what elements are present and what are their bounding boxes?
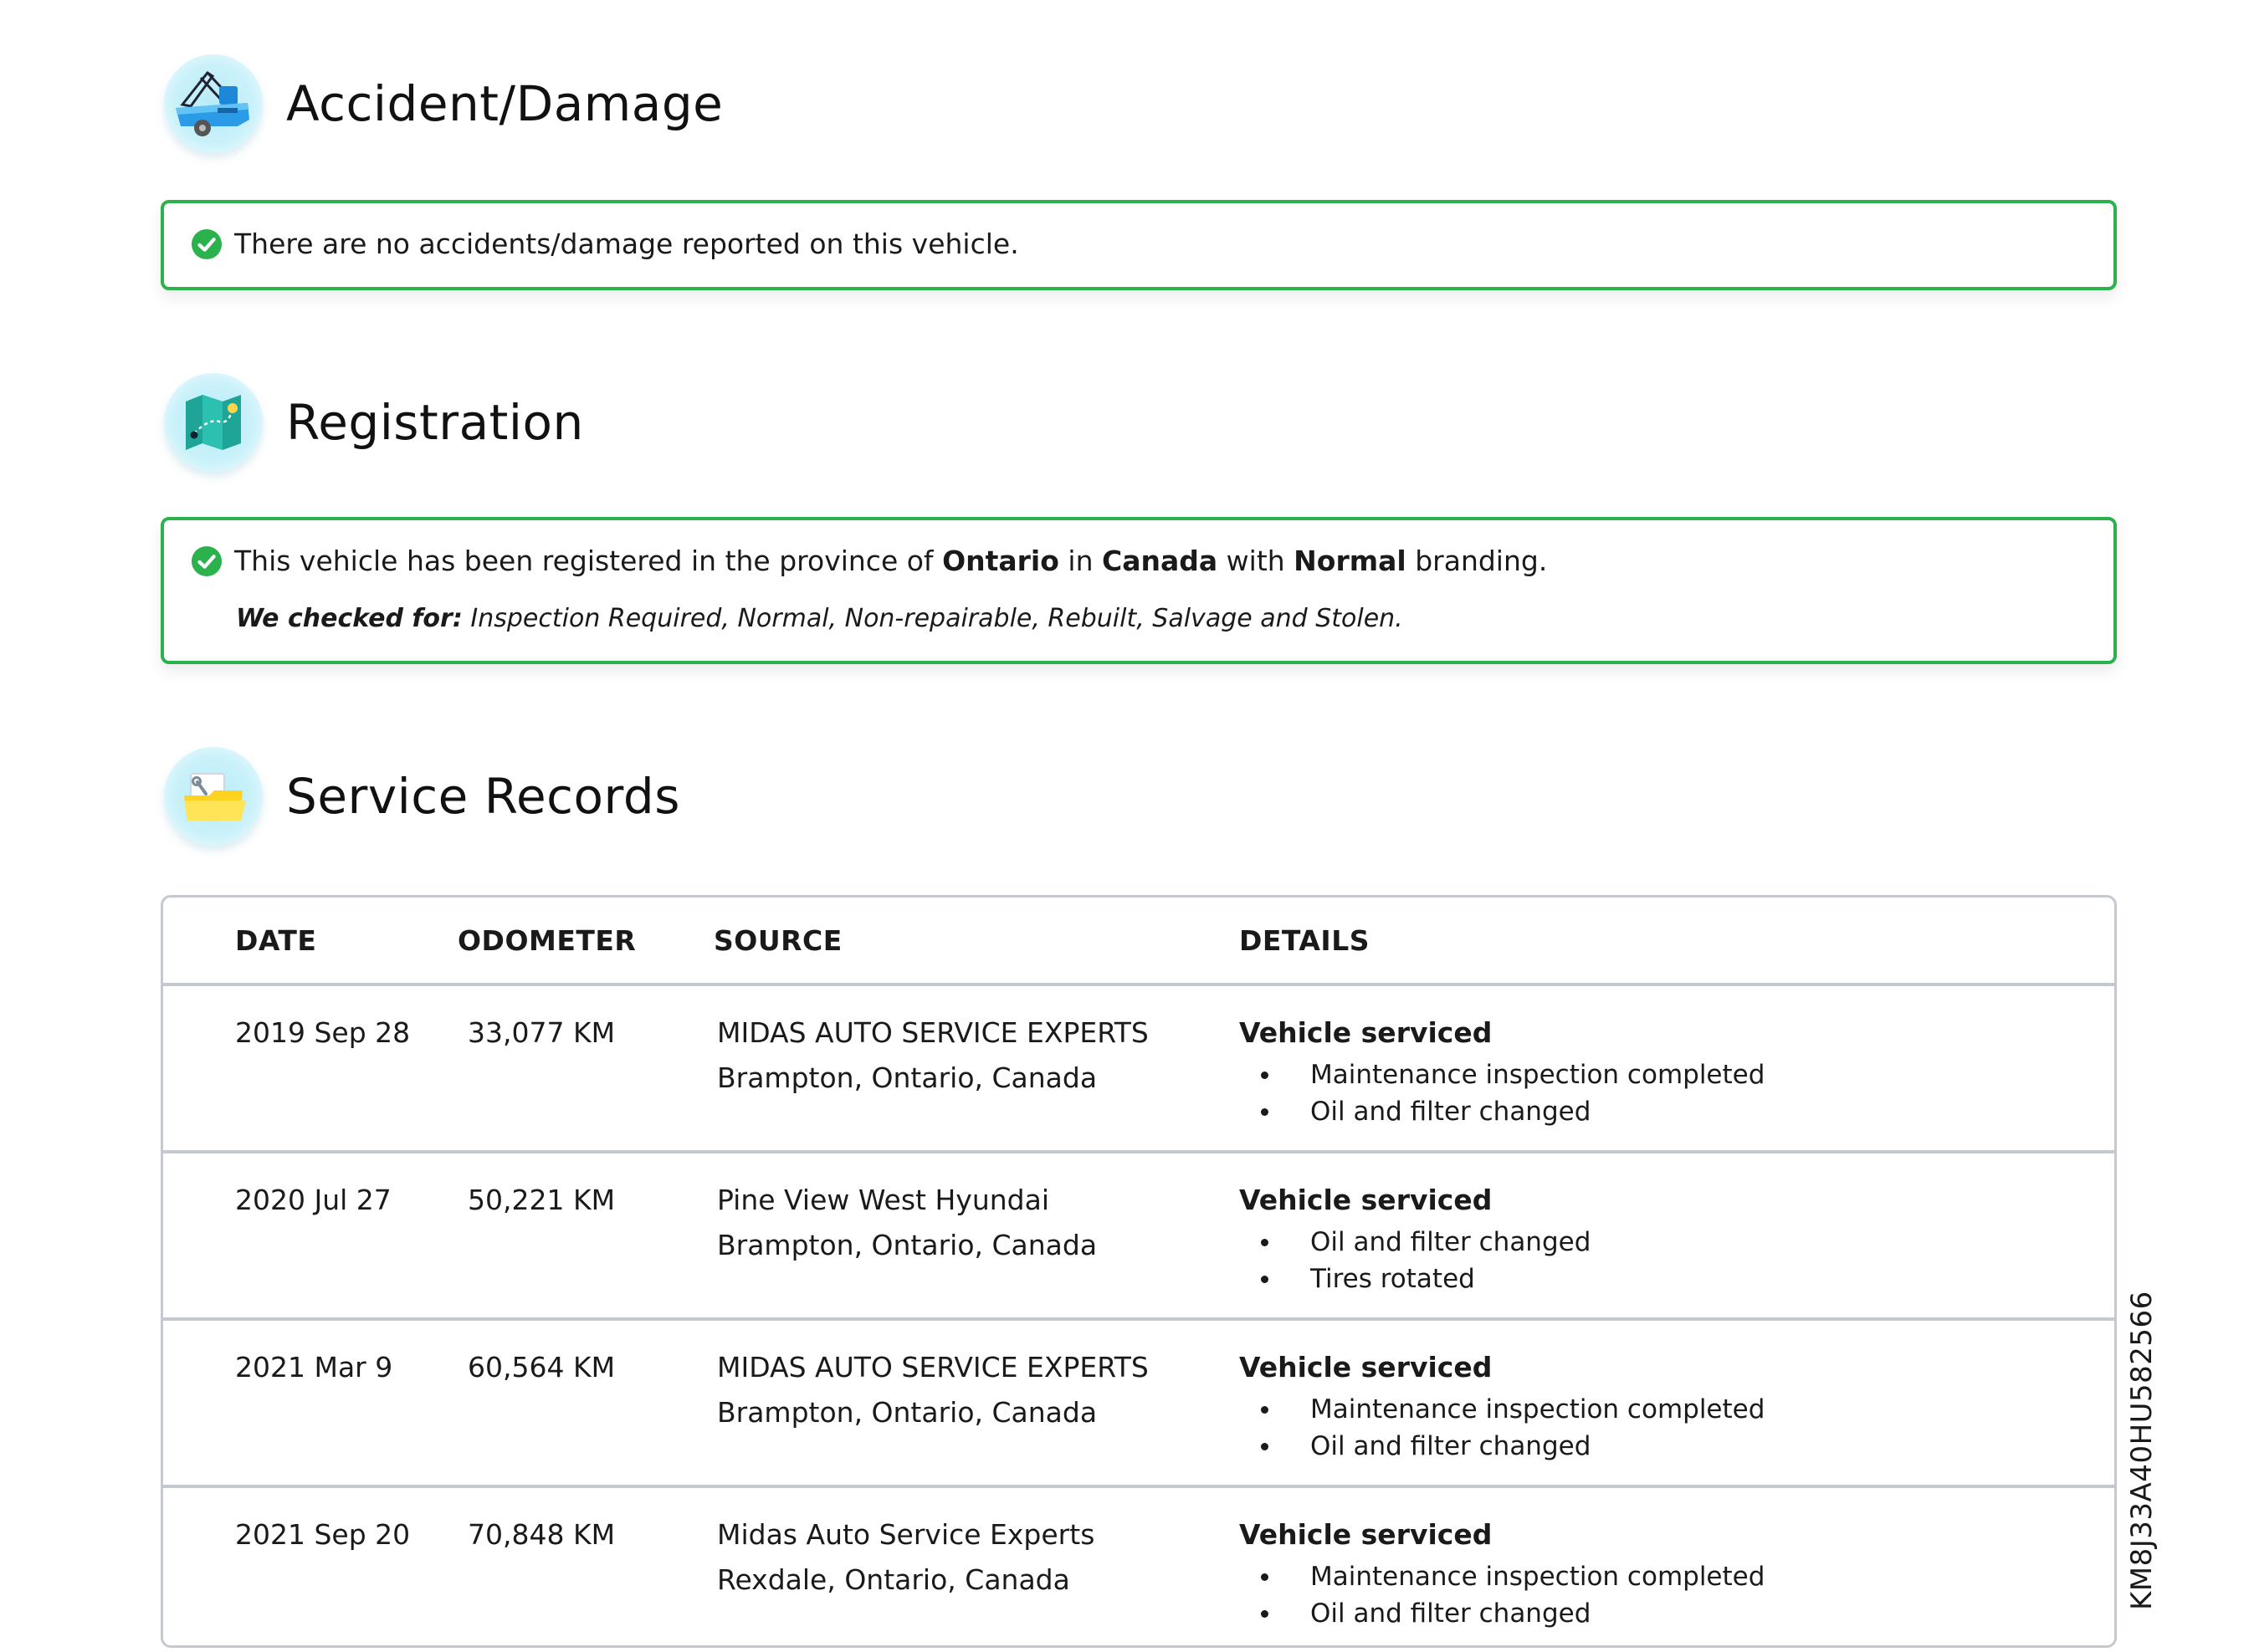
bullet-icon	[1261, 1405, 1268, 1414]
registration-title: Registration	[286, 394, 584, 451]
registration-message-prefix: This vehicle has been registered in the …	[234, 545, 934, 577]
record-odometer: 50,221 KM	[468, 1184, 616, 1216]
registration-message: This vehicle has been registered in the …	[234, 545, 1547, 577]
table-row: 2019 Sep 28 33,077 KM MIDAS AUTO SERVICE…	[163, 986, 2114, 1153]
vin-label: KM8J33A40HU582566	[2125, 1291, 2159, 1610]
map-icon	[164, 373, 263, 472]
record-detail-item-text: Oil and filter changed	[1310, 1598, 1591, 1629]
record-detail-item-text: Maintenance inspection completed	[1310, 1060, 1765, 1090]
record-detail-item: Maintenance inspection completed	[1261, 1394, 1765, 1424]
record-detail-item: Oil and filter changed	[1261, 1227, 1591, 1257]
table-row: 2021 Sep 20 70,848 KM Midas Auto Service…	[163, 1488, 2114, 1652]
table-row: 2020 Jul 27 50,221 KM Pine View West Hyu…	[163, 1153, 2114, 1321]
registration-status-box: This vehicle has been registered in the …	[161, 517, 2117, 664]
record-source-name: Midas Auto Service Experts	[717, 1518, 1095, 1551]
record-detail-title: Vehicle serviced	[1239, 1016, 1493, 1049]
record-detail-item-text: Tires rotated	[1310, 1264, 1475, 1294]
record-detail-title: Vehicle serviced	[1239, 1518, 1493, 1551]
record-date: 2020 Jul 27	[235, 1184, 392, 1216]
registration-word-with: with	[1226, 545, 1285, 577]
check-circle-icon	[191, 228, 223, 259]
registration-country: Canada	[1102, 545, 1218, 577]
bullet-icon	[1261, 1238, 1268, 1246]
record-odometer: 60,564 KM	[468, 1351, 616, 1383]
accident-status-box: There are no accidents/damage reported o…	[161, 200, 2117, 290]
record-odometer: 33,077 KM	[468, 1016, 616, 1049]
record-source-location: Brampton, Ontario, Canada	[717, 1396, 1098, 1429]
tow-truck-icon	[164, 54, 263, 153]
record-source-location: Brampton, Ontario, Canada	[717, 1229, 1098, 1261]
registration-branding: Normal	[1294, 545, 1406, 577]
record-date: 2021 Sep 20	[235, 1518, 411, 1551]
record-date: 2021 Mar 9	[235, 1351, 393, 1383]
column-header-date: DATE	[235, 924, 317, 957]
record-source-location: Brampton, Ontario, Canada	[717, 1061, 1098, 1094]
service-title: Service Records	[286, 768, 680, 825]
record-detail-item-text: Oil and filter changed	[1310, 1227, 1591, 1257]
record-detail-item-text: Maintenance inspection completed	[1310, 1562, 1765, 1592]
record-odometer: 70,848 KM	[468, 1518, 616, 1551]
column-header-source: SOURCE	[714, 924, 843, 957]
accident-section-header: Accident/Damage	[164, 52, 723, 156]
column-header-details: DETAILS	[1239, 924, 1370, 957]
accident-status-line: There are no accidents/damage reported o…	[191, 228, 1019, 260]
folder-wrench-icon	[164, 747, 263, 846]
accident-title: Accident/Damage	[286, 75, 724, 132]
check-circle-icon	[191, 545, 223, 576]
registration-section-header: Registration	[164, 371, 584, 474]
record-source-name: MIDAS AUTO SERVICE EXPERTS	[717, 1016, 1149, 1049]
column-header-odometer: ODOMETER	[458, 924, 637, 957]
record-detail-item: Maintenance inspection completed	[1261, 1060, 1765, 1090]
record-detail-item: Oil and filter changed	[1261, 1097, 1591, 1127]
bullet-icon	[1261, 1573, 1268, 1581]
checked-for-values: Inspection Required, Normal, Non-repaira…	[470, 604, 1403, 633]
bullet-icon	[1261, 1107, 1268, 1116]
record-detail-item: Oil and filter changed	[1261, 1598, 1591, 1629]
record-detail-title: Vehicle serviced	[1239, 1351, 1493, 1383]
accident-message: There are no accidents/damage reported o…	[234, 228, 1019, 260]
bullet-icon	[1261, 1609, 1268, 1618]
record-source-name: MIDAS AUTO SERVICE EXPERTS	[717, 1351, 1149, 1383]
bullet-icon	[1261, 1442, 1268, 1450]
record-detail-item: Maintenance inspection completed	[1261, 1562, 1765, 1592]
record-date: 2019 Sep 28	[235, 1016, 411, 1049]
registration-message-suffix: branding.	[1415, 545, 1548, 577]
service-section-header: Service Records	[164, 744, 680, 848]
record-detail-item-text: Oil and filter changed	[1310, 1431, 1591, 1461]
record-detail-item: Oil and filter changed	[1261, 1431, 1591, 1461]
checked-for-label: We checked for:	[236, 604, 463, 633]
record-detail-item-text: Oil and filter changed	[1310, 1097, 1591, 1127]
registration-status-line: This vehicle has been registered in the …	[191, 545, 1547, 577]
record-detail-item-text: Maintenance inspection completed	[1310, 1394, 1765, 1424]
table-row: 2021 Mar 9 60,564 KM MIDAS AUTO SERVICE …	[163, 1321, 2114, 1488]
registration-checked-for: We checked for: Inspection Required, Nor…	[236, 604, 1403, 633]
table-header: DATE ODOMETER SOURCE DETAILS	[163, 898, 2114, 986]
service-records-table: DATE ODOMETER SOURCE DETAILS 2019 Sep 28…	[161, 895, 2117, 1648]
record-detail-title: Vehicle serviced	[1239, 1184, 1493, 1216]
record-source-name: Pine View West Hyundai	[717, 1184, 1049, 1216]
bullet-icon	[1261, 1275, 1268, 1283]
bullet-icon	[1261, 1071, 1268, 1079]
record-source-location: Rexdale, Ontario, Canada	[717, 1563, 1070, 1596]
registration-word-in: in	[1068, 545, 1094, 577]
record-detail-item: Tires rotated	[1261, 1264, 1475, 1294]
registration-province: Ontario	[942, 545, 1059, 577]
